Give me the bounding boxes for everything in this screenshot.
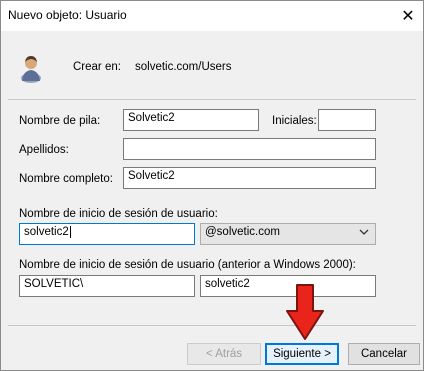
back-button[interactable]: < Atrás [187, 343, 261, 365]
create-in-value: solvetic.com/Users [135, 61, 232, 73]
logon-name-label: Nombre de inicio de sesión de usuario: [19, 208, 218, 220]
last-name-field[interactable] [123, 138, 376, 160]
footer-separator [8, 325, 416, 326]
close-button[interactable]: ✕ [393, 1, 423, 31]
full-name-label: Nombre completo: [19, 173, 113, 185]
red-down-arrow-icon [285, 283, 325, 341]
create-in-label: Crear en: [73, 61, 121, 73]
cancel-button[interactable]: Cancelar [348, 343, 420, 365]
initials-label: Iniciales: [272, 115, 317, 127]
domain-select-value: @solvetic.com [205, 226, 280, 238]
domain-select[interactable]: @solvetic.com [200, 223, 376, 245]
title-bar: Nuevo objeto: Usuario ✕ [1, 1, 423, 31]
first-name-field[interactable]: Solvetic2 [123, 109, 259, 131]
first-name-label: Nombre de pila: [19, 115, 101, 127]
user-icon [19, 53, 43, 83]
close-icon: ✕ [401, 8, 415, 25]
pre2000-label: Nombre de inicio de sesión de usuario (a… [19, 259, 356, 271]
logon-name-field[interactable]: solvetic2 [19, 223, 195, 245]
full-name-field[interactable]: Solvetic2 [123, 167, 376, 189]
chevron-down-icon [359, 227, 369, 240]
next-button[interactable]: Siguiente > [265, 343, 339, 365]
window-title: Nuevo objeto: Usuario [8, 8, 127, 22]
pre2000-domain-field[interactable]: SOLVETIC\ [19, 275, 195, 297]
dialog-window: Nuevo objeto: Usuario ✕ Crear en: solvet… [0, 0, 424, 371]
logon-name-value: solvetic2 [24, 226, 69, 239]
initials-field[interactable] [318, 109, 376, 131]
last-name-label: Apellidos: [19, 144, 69, 156]
header-separator [8, 99, 416, 100]
